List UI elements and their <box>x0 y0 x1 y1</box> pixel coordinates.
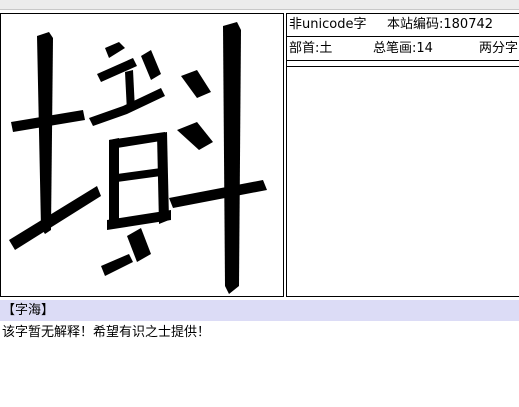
unicode-status: 非unicode字 <box>289 17 367 32</box>
dictionary-explanation: 该字暂无解释！希望有识之士提供！ <box>2 325 211 340</box>
meta-row-strokes: 部首:土 总笔画:14 两分字 <box>287 38 519 61</box>
stroke-total: 总笔画:14 <box>373 41 433 56</box>
glyph-image-box <box>0 13 284 297</box>
meta-row-code: 非unicode字 本站编码:180742 <box>287 14 519 37</box>
character-glyph-icon <box>9 22 267 294</box>
meta-divider <box>287 62 519 67</box>
top-strip <box>0 0 519 10</box>
radical-label: 部首:土 <box>289 41 333 56</box>
split-label: 两分字 <box>479 41 519 56</box>
section-title: 【字海】 <box>0 300 519 321</box>
character-meta-panel: 非unicode字 本站编码:180742 部首:土 总笔画:14 两分字 <box>286 13 519 297</box>
site-code: 本站编码:180742 <box>387 17 494 32</box>
character-info-frame: 非unicode字 本站编码:180742 部首:土 总笔画:14 两分字 <box>0 13 519 299</box>
